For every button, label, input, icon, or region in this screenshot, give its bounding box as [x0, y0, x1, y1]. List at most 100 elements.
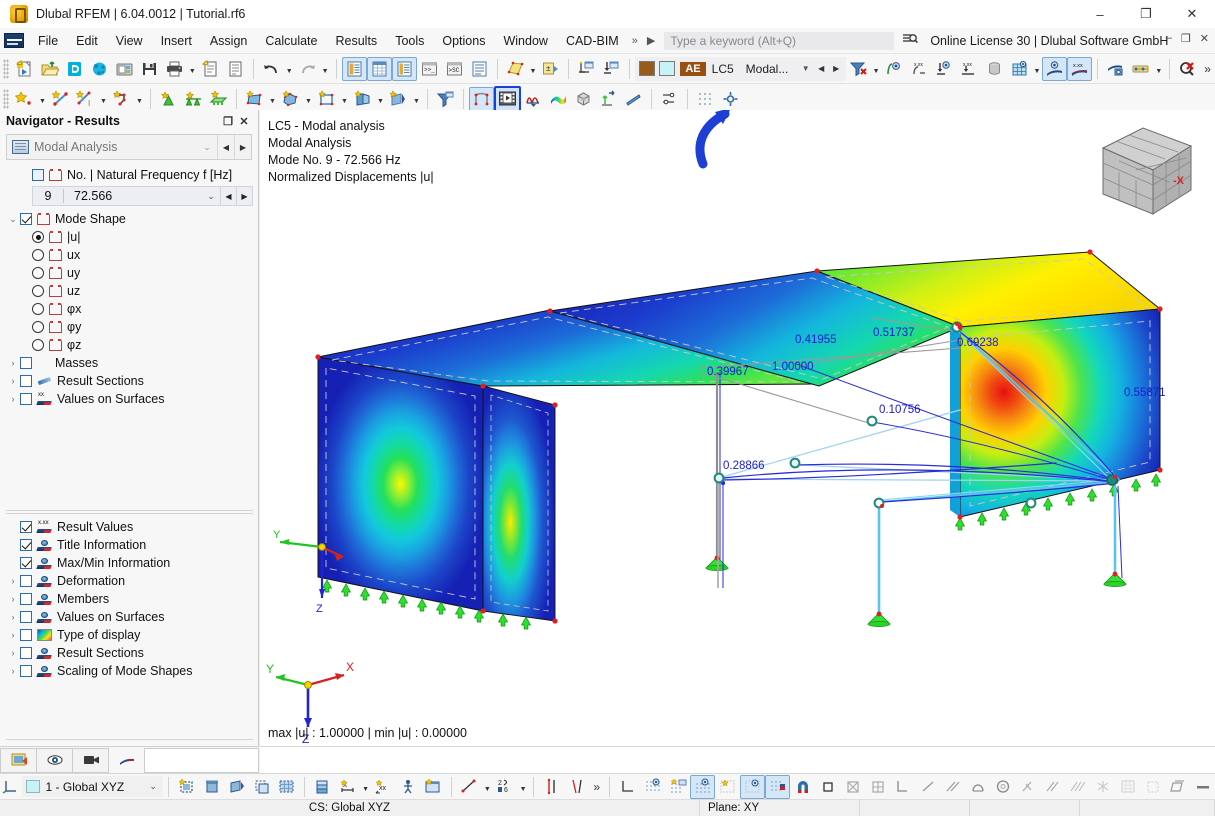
clear-results-button[interactable]	[1175, 57, 1200, 81]
copy-coordinate-system-button[interactable]	[249, 775, 274, 799]
grid-snap-button[interactable]	[693, 87, 718, 111]
stack-button[interactable]	[310, 775, 335, 799]
natural-frequency-checkbox[interactable]	[32, 169, 44, 181]
chevron-down-icon[interactable]: ⌄	[197, 142, 217, 153]
view-plane-button[interactable]	[421, 775, 446, 799]
view-settings-button[interactable]	[718, 87, 743, 111]
surface-dropdown-arrow[interactable]: ▼	[528, 57, 539, 81]
mode-uy-radio[interactable]	[32, 267, 44, 279]
grid-dropdown-arrow[interactable]: ▼	[1032, 57, 1043, 81]
chevron-down-icon[interactable]: ⌄	[144, 781, 162, 792]
load-case-color-swatch-2[interactable]	[659, 61, 676, 76]
perp-snap-button[interactable]	[890, 775, 915, 799]
object-snap-button[interactable]	[765, 774, 791, 799]
isosurface-button[interactable]	[546, 87, 571, 111]
chevron-down-icon[interactable]: ⌄	[202, 191, 220, 202]
title-information-checkbox[interactable]	[20, 539, 32, 551]
view-cube-button[interactable]	[571, 87, 596, 111]
magnet-snap-button[interactable]	[790, 775, 815, 799]
search-icon[interactable]	[902, 32, 919, 49]
type-of-display-expander[interactable]: ›	[6, 630, 20, 640]
mode-phiy-radio[interactable]	[32, 321, 44, 333]
print-preview-button[interactable]	[223, 57, 248, 81]
work-plane-button[interactable]	[274, 775, 299, 799]
grid-visible-button[interactable]	[690, 774, 716, 799]
animation-button[interactable]	[494, 85, 521, 112]
tree-item-scaling-of-mode-shapes[interactable]: › Scaling of Mode Shapes	[6, 662, 253, 680]
tree-item-mode-uy[interactable]: uy	[32, 264, 253, 282]
mode-phiz-radio[interactable]	[32, 339, 44, 351]
navigator-display-button[interactable]	[36, 747, 73, 773]
filter-objects-button[interactable]	[433, 87, 458, 111]
mode-phix-radio[interactable]	[32, 303, 44, 315]
xx-dimension-button[interactable]: xx	[371, 775, 396, 799]
extension-snap-button[interactable]	[1065, 775, 1090, 799]
script-button[interactable]: >SC	[442, 57, 467, 81]
window-maximize-button[interactable]: ❐	[1123, 0, 1169, 28]
new-load-button[interactable]	[386, 87, 411, 111]
display-result-sections-expander[interactable]: ›	[6, 648, 20, 658]
circle-snap-button[interactable]	[990, 775, 1015, 799]
dlubal-network-button[interactable]	[87, 57, 112, 81]
mode-shape-checkbox[interactable]	[20, 213, 32, 225]
x-dimension-button[interactable]: x	[335, 775, 360, 799]
open-model-button[interactable]	[37, 57, 62, 81]
tree-item-deformation[interactable]: › Deformation	[6, 572, 253, 590]
masses-expander[interactable]: ›	[6, 358, 20, 368]
type-of-display-checkbox[interactable]	[20, 629, 32, 641]
tree-item-masses[interactable]: › Masses	[6, 354, 253, 372]
color-scale-button[interactable]	[1128, 57, 1153, 81]
new-thickness-button[interactable]	[350, 87, 375, 111]
node-snap-button[interactable]	[1090, 775, 1115, 799]
mdi-close-button[interactable]: ✕	[1200, 32, 1209, 45]
dlubal-center-button[interactable]	[62, 57, 87, 81]
person-scale-button[interactable]	[396, 775, 421, 799]
filter-dropdown-arrow[interactable]: ▼	[871, 57, 882, 81]
tree-item-mode-phiy[interactable]: φy	[32, 318, 253, 336]
area-snap-button[interactable]	[1115, 775, 1140, 799]
filter-results-button[interactable]	[846, 57, 871, 81]
new-polyline-button[interactable]	[109, 87, 134, 111]
menu-item-insert[interactable]: Insert	[152, 30, 201, 52]
grid-object-snap-button[interactable]	[715, 775, 740, 799]
load-case-prev-button[interactable]: ◀	[814, 58, 829, 80]
surface-select-button[interactable]	[503, 57, 528, 81]
tree-item-mode-uz[interactable]: uz	[32, 282, 253, 300]
intersect-snap-button[interactable]	[1040, 775, 1065, 799]
bar-snap-button[interactable]	[1190, 775, 1215, 799]
tree-item-maxmin-information[interactable]: Max/Min Information	[20, 554, 253, 572]
new-solid-button[interactable]	[278, 87, 303, 111]
redo-dropdown-arrow[interactable]: ▼	[320, 57, 331, 81]
menu-item-options[interactable]: Options	[433, 30, 494, 52]
precision-dropdown-arrow[interactable]: ▼	[518, 775, 529, 799]
toolbar-grip[interactable]	[3, 58, 9, 79]
result-values-button[interactable]: x.xx	[1067, 56, 1093, 81]
frequency-selector-row[interactable]: 9 72.566 ⌄ ◀ ▶	[32, 186, 253, 206]
mdi-minimize-button[interactable]: –	[1166, 32, 1172, 45]
new-model-button[interactable]	[12, 57, 37, 81]
deformation-checkbox[interactable]	[20, 575, 32, 587]
region-snap-button[interactable]	[1140, 775, 1165, 799]
menu-item-cadbim[interactable]: CAD-BIM	[557, 30, 628, 52]
mode-u-radio[interactable]	[32, 231, 44, 243]
menu-item-view[interactable]: View	[107, 30, 152, 52]
tables-toggle-button[interactable]	[366, 56, 392, 81]
line-snap-button[interactable]	[915, 775, 940, 799]
result-section-button[interactable]	[621, 87, 646, 111]
tree-item-members[interactable]: › Members	[6, 590, 253, 608]
dimension-dropdown-arrow[interactable]: ▼	[482, 775, 493, 799]
quad-snap-button[interactable]	[865, 775, 890, 799]
navigator-results-button[interactable]	[108, 748, 145, 773]
coordinate-system-combo[interactable]: 1 - Global XYZ ⌄	[21, 776, 164, 797]
tree-item-mode-shape[interactable]: ⌄ Mode Shape	[6, 210, 253, 228]
analysis-type-combo[interactable]: Modal Analysis ⌄ ◀ ▶	[6, 134, 252, 160]
analysis-prev-button[interactable]: ◀	[217, 135, 234, 159]
new-object-button[interactable]: ±	[538, 57, 563, 81]
new-member-dropdown-arrow[interactable]: ▼	[98, 87, 109, 111]
navigator-float-button[interactable]: ❐	[220, 115, 236, 128]
render-settings-button[interactable]	[1103, 57, 1128, 81]
color-scale-dropdown-arrow[interactable]: ▼	[1153, 57, 1164, 81]
tree-item-mode-phiz[interactable]: φz	[32, 336, 253, 354]
display-bottom-button[interactable]: x.xx	[957, 57, 982, 81]
project-manager-button[interactable]	[112, 57, 137, 81]
